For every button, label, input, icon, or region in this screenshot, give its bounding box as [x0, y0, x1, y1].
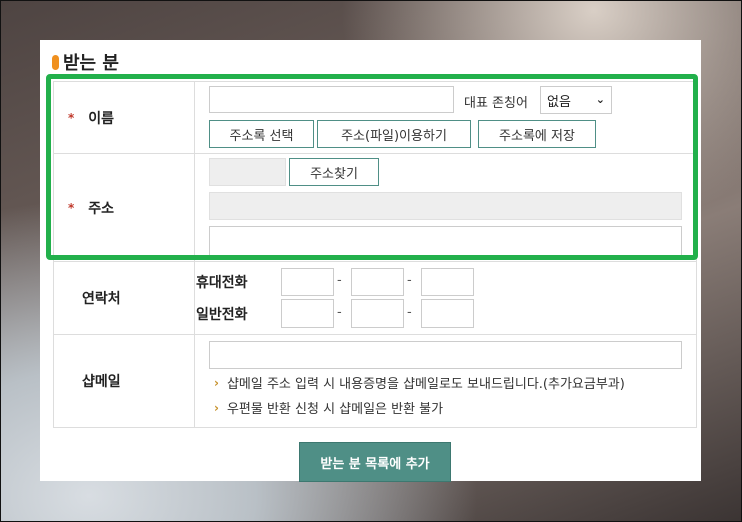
- add-recipient-button[interactable]: 받는 분 목록에 추가: [299, 442, 451, 482]
- phone-part3-input[interactable]: [421, 299, 474, 328]
- zipcode-input[interactable]: [209, 158, 286, 186]
- phone-part2-input[interactable]: [351, 299, 404, 328]
- phone-label: 일반전화: [196, 307, 248, 323]
- contact-field-cell: 휴대전화 - - 일반전화 - -: [196, 262, 697, 334]
- address-row: * 주소 주소찾기: [53, 154, 697, 262]
- address-input[interactable]: [209, 192, 682, 220]
- name-field-cell: 대표 존칭어 없음 ⌄ 주소록 선택 주소(파일)이용하기 주소록에 저장: [196, 82, 697, 153]
- shopmail-row: 샵메일 › 샵메일 주소 입력 시 내용증명을 샵메일로도 보내드립니다.(추가…: [53, 335, 697, 428]
- notice-text: 샵메일 주소 입력 시 내용증명을 샵메일로도 보내드립니다.(추가요금부과): [226, 377, 625, 392]
- contact-label: 연락처: [82, 291, 121, 307]
- contact-label-cell: 연락처: [53, 262, 195, 334]
- section-title: 받는 분: [63, 53, 119, 74]
- name-label-cell: * 이름: [53, 82, 195, 153]
- shopmail-label: 샵메일: [82, 374, 121, 390]
- name-row: * 이름 대표 존칭어 없음 ⌄ 주소록 선택 주소(파일)이용하기 주소록에 …: [53, 82, 697, 154]
- contact-row: 연락처 휴대전화 - - 일반전화 - -: [53, 262, 697, 335]
- name-input[interactable]: [209, 86, 454, 113]
- section-header: 받는 분: [52, 50, 119, 74]
- address-search-button[interactable]: 주소찾기: [289, 158, 379, 186]
- name-label: 이름: [88, 110, 115, 127]
- recipient-form: * 이름 대표 존칭어 없음 ⌄ 주소록 선택 주소(파일)이용하기 주소록에 …: [53, 81, 697, 428]
- required-mark: *: [68, 200, 75, 215]
- shopmail-notice-1: › 샵메일 주소 입력 시 내용증명을 샵메일로도 보내드립니다.(추가요금부과…: [214, 373, 625, 393]
- mobile-label: 휴대전화: [196, 275, 248, 291]
- shopmail-notice-2: › 우편물 반환 신청 시 샵메일은 반환 불가: [214, 398, 444, 418]
- shopmail-input[interactable]: [209, 341, 682, 369]
- required-mark: *: [68, 110, 75, 125]
- address-field-cell: 주소찾기: [196, 154, 697, 261]
- honorific-select[interactable]: 없음 ⌄: [540, 86, 612, 114]
- address-book-select-button[interactable]: 주소록 선택: [209, 120, 314, 148]
- dash: -: [407, 305, 412, 320]
- mobile-part2-input[interactable]: [351, 268, 404, 296]
- chevron-right-icon: ›: [214, 375, 219, 390]
- dash: -: [337, 305, 342, 320]
- address-label: 주소: [88, 200, 115, 217]
- dash: -: [407, 273, 412, 288]
- phone-part1-input[interactable]: [281, 299, 334, 328]
- save-to-address-book-button[interactable]: 주소록에 저장: [478, 120, 596, 148]
- address-label-cell: * 주소: [53, 154, 195, 261]
- dash: -: [337, 273, 342, 288]
- mobile-part3-input[interactable]: [421, 268, 474, 296]
- address-detail-input[interactable]: [209, 226, 682, 256]
- address-file-button[interactable]: 주소(파일)이용하기: [317, 120, 471, 148]
- honorific-selected-value: 없음: [547, 94, 571, 110]
- notice-text: 우편물 반환 신청 시 샵메일은 반환 불가: [226, 402, 444, 417]
- honorific-label: 대표 존칭어: [464, 96, 528, 111]
- orange-marker-icon: [52, 54, 59, 70]
- chevron-right-icon: ›: [214, 400, 219, 415]
- mobile-part1-input[interactable]: [281, 268, 334, 296]
- chevron-down-icon: ⌄: [595, 93, 605, 106]
- shopmail-field-cell: › 샵메일 주소 입력 시 내용증명을 샵메일로도 보내드립니다.(추가요금부과…: [196, 335, 697, 427]
- shopmail-label-cell: 샵메일: [53, 335, 195, 427]
